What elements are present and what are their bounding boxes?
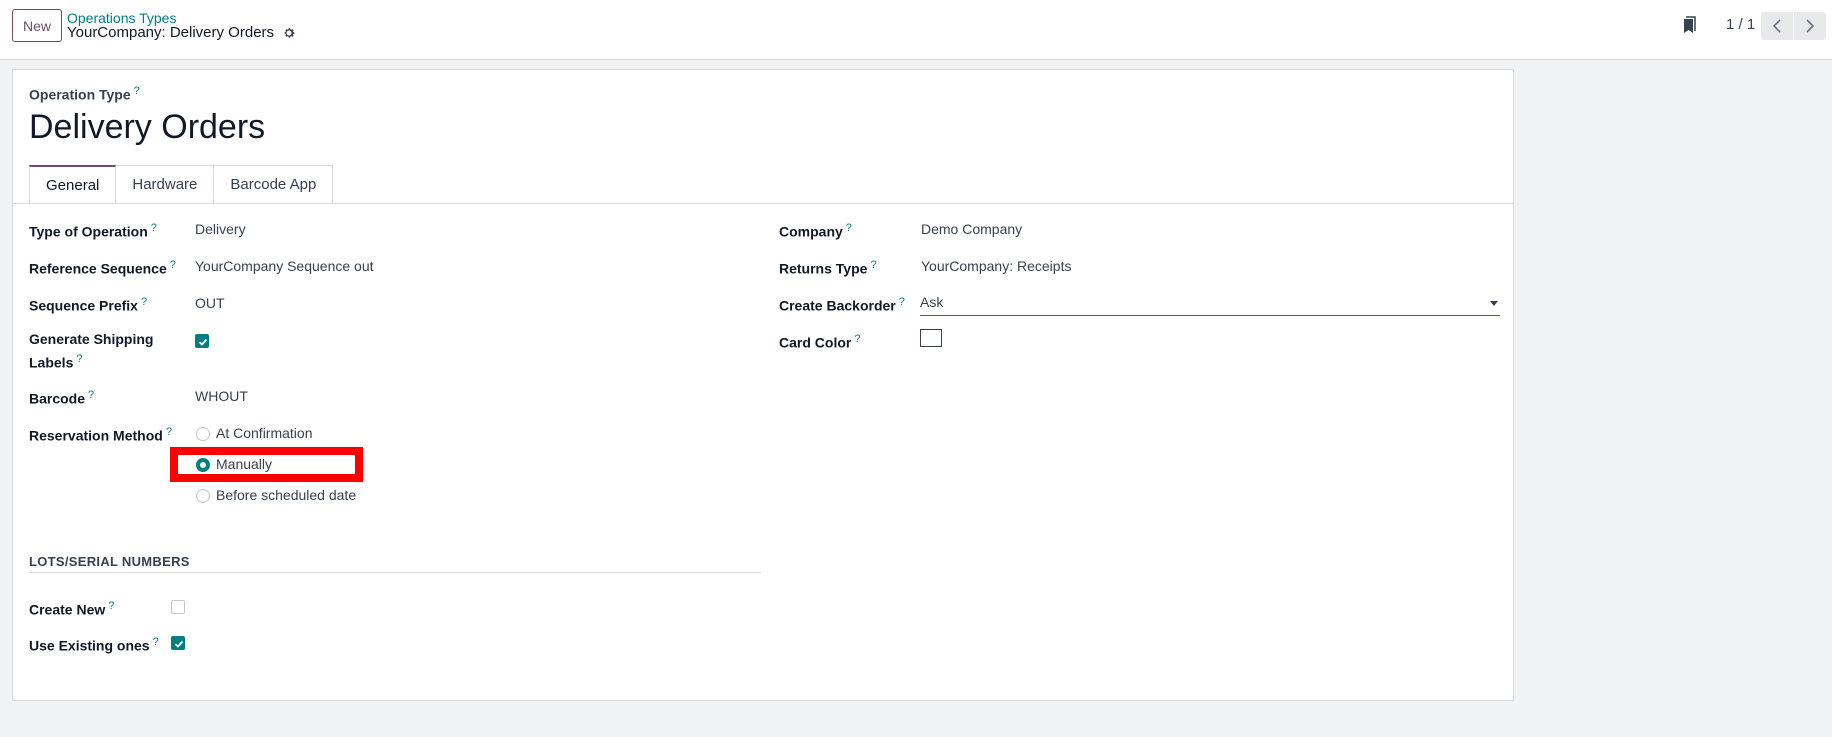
create-backorder-value: Ask: [920, 294, 944, 310]
tabs-divider: [13, 203, 1513, 204]
help-icon[interactable]: ?: [134, 85, 140, 97]
operation-type-label-text: Operation Type: [29, 86, 131, 103]
sequence-prefix-label: Sequence Prefix?: [29, 296, 148, 314]
create-backorder-select[interactable]: Ask: [920, 291, 1500, 316]
help-icon[interactable]: ?: [870, 259, 876, 271]
caret-down-icon: [1490, 301, 1498, 306]
help-icon[interactable]: ?: [108, 600, 114, 612]
help-icon[interactable]: ?: [141, 296, 147, 308]
breadcrumb-current-label: YourCompany: Delivery Orders: [67, 24, 275, 41]
company-value[interactable]: Demo Company: [921, 219, 1022, 239]
help-icon[interactable]: ?: [166, 426, 172, 438]
control-panel: New Operations Types YourCompany: Delive…: [0, 0, 1832, 60]
record-title[interactable]: Delivery Orders: [29, 108, 265, 147]
chevron-left-icon: [1772, 19, 1781, 33]
radio-at-confirmation[interactable]: [196, 427, 210, 441]
new-button[interactable]: New: [12, 9, 62, 42]
pager-next-button[interactable]: [1794, 12, 1826, 40]
create-backorder-label: Create Backorder?: [779, 296, 905, 314]
tab-barcode-app[interactable]: Barcode App: [214, 165, 334, 204]
tab-hardware[interactable]: Hardware: [116, 165, 215, 204]
company-label: Company?: [779, 222, 852, 240]
bookmarks-icon[interactable]: [1681, 16, 1697, 36]
sequence-prefix-value[interactable]: OUT: [195, 293, 225, 313]
generate-shipping-labels-label: Generate Shipping Labels?: [29, 331, 154, 371]
barcode-value[interactable]: WHOUT: [195, 386, 248, 406]
returns-type-value[interactable]: YourCompany: Receipts: [921, 256, 1071, 276]
create-new-checkbox[interactable]: [171, 600, 185, 614]
radio-manually[interactable]: [196, 458, 210, 472]
pager-previous-button[interactable]: [1761, 12, 1793, 40]
check-icon: [174, 640, 184, 648]
operation-type-label: Operation Type?: [29, 85, 140, 103]
card-color-label: Card Color?: [779, 333, 861, 351]
radio-before-scheduled-date-label[interactable]: Before scheduled date: [216, 485, 356, 505]
returns-type-label: Returns Type?: [779, 259, 877, 277]
create-new-label: Create New?: [29, 600, 115, 618]
form-sheet: Operation Type? Delivery Orders General …: [12, 69, 1514, 701]
check-icon: [198, 338, 208, 346]
tab-general[interactable]: General: [29, 165, 117, 204]
chevron-right-icon: [1806, 19, 1815, 33]
breadcrumb-current: YourCompany: Delivery Orders: [67, 24, 296, 41]
section-divider: [29, 572, 761, 573]
help-icon[interactable]: ?: [899, 296, 905, 308]
radio-manually-label[interactable]: Manually: [216, 454, 272, 474]
generate-shipping-labels-checkbox[interactable]: [195, 334, 209, 348]
card-color-swatch[interactable]: [920, 329, 942, 347]
gear-icon[interactable]: [282, 26, 296, 40]
help-icon[interactable]: ?: [76, 353, 82, 365]
reference-sequence-label: Reference Sequence?: [29, 259, 176, 277]
reference-sequence-value[interactable]: YourCompany Sequence out: [195, 256, 374, 276]
tab-bar: General Hardware Barcode App: [29, 165, 334, 205]
pager-value[interactable]: 1 / 1: [1726, 16, 1755, 33]
help-icon[interactable]: ?: [88, 389, 94, 401]
reservation-method-label: Reservation Method?: [29, 426, 172, 444]
radio-before-scheduled-date[interactable]: [196, 489, 210, 503]
help-icon[interactable]: ?: [153, 636, 159, 648]
barcode-label: Barcode?: [29, 389, 95, 407]
type-of-operation-value[interactable]: Delivery: [195, 219, 246, 239]
type-of-operation-label: Type of Operation?: [29, 222, 157, 240]
help-icon[interactable]: ?: [846, 222, 852, 234]
help-icon[interactable]: ?: [170, 259, 176, 271]
help-icon[interactable]: ?: [854, 333, 860, 345]
help-icon[interactable]: ?: [151, 222, 157, 234]
use-existing-checkbox[interactable]: [171, 636, 185, 650]
use-existing-label: Use Existing ones?: [29, 636, 159, 654]
lots-serial-section-title: LOTS/SERIAL NUMBERS: [29, 554, 190, 569]
radio-at-confirmation-label[interactable]: At Confirmation: [216, 423, 312, 443]
